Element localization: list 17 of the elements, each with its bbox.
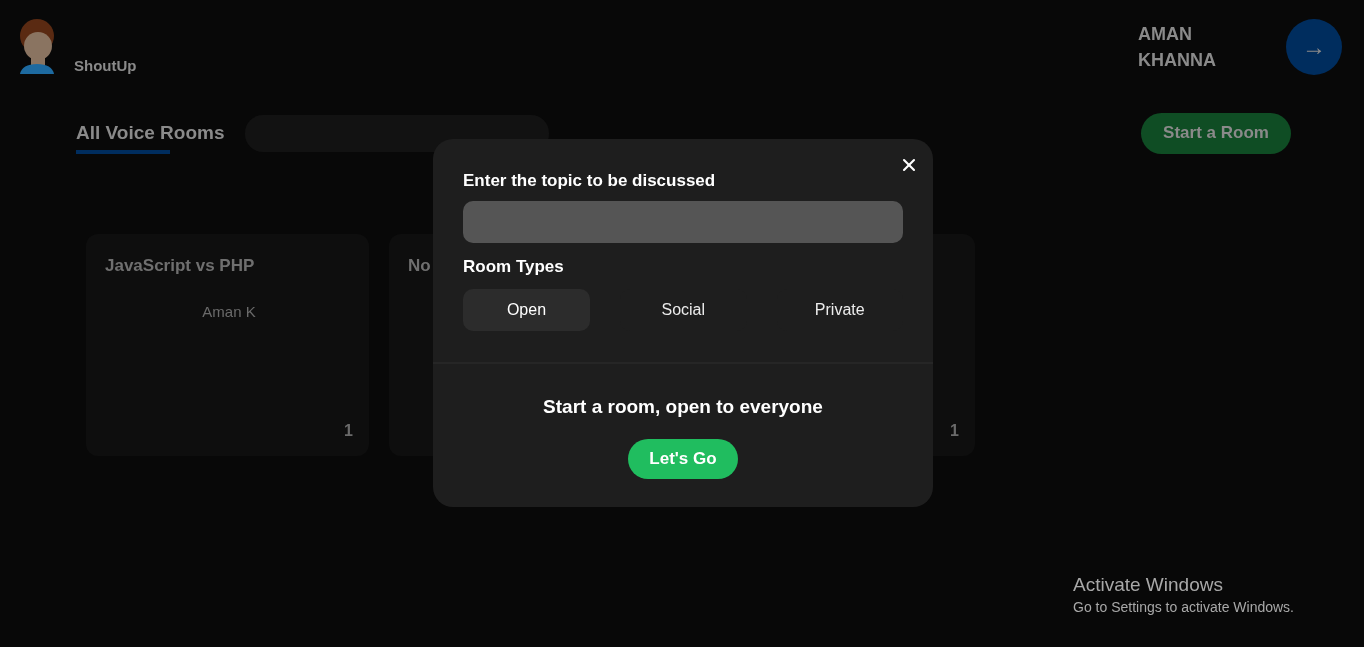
activation-title: Activate Windows [1073,574,1224,596]
room-title: No [408,256,431,276]
room-card[interactable]: JavaScript vs PHP Aman K 1 [86,234,369,456]
speaker-name: Aman K [202,303,256,320]
user-name: AMAN KHANNA [1138,23,1217,72]
rooms-tab[interactable]: All Voice Rooms [76,121,225,154]
room-types-label: Room Types [463,257,565,277]
activation-text: Go to Settings to activate Windows. [1073,599,1294,615]
room-type-option[interactable]: Open [463,289,590,331]
room-type-description: Start a room, open to everyone [543,396,823,418]
app-name: ShoutUp [74,57,137,74]
topic-field[interactable] [463,201,903,243]
next-button[interactable]: → [1286,19,1342,75]
listener-count: 1 [950,422,959,440]
room-title: JavaScript vs PHP [105,256,255,276]
listener-count: 1 [344,422,353,440]
topic-label: Enter the topic to be discussed [463,171,717,191]
